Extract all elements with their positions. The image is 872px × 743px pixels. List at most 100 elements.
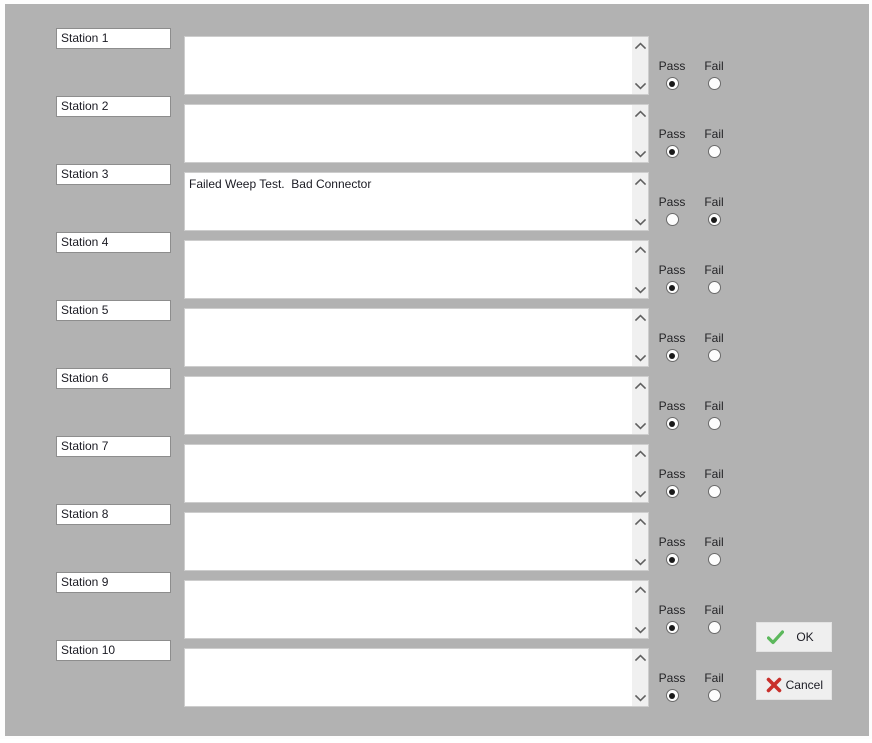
- ok-button[interactable]: OK: [756, 622, 832, 652]
- notes-scrollbar[interactable]: [631, 105, 648, 162]
- pass-radio-button[interactable]: [665, 213, 679, 227]
- chevron-up-icon[interactable]: [632, 513, 649, 530]
- station-name-field[interactable]: Station 6: [56, 368, 171, 389]
- chevron-down-icon[interactable]: [632, 77, 649, 94]
- pass-radio-group[interactable]: Pass: [650, 263, 694, 297]
- station-notes-text[interactable]: [185, 377, 630, 434]
- fail-radio-button[interactable]: [707, 77, 721, 91]
- fail-radio-group[interactable]: Fail: [692, 467, 736, 501]
- fail-radio-group[interactable]: Fail: [692, 263, 736, 297]
- pass-radio-button[interactable]: [665, 145, 679, 159]
- pass-radio-button[interactable]: [665, 417, 679, 431]
- fail-radio-button[interactable]: [707, 145, 721, 159]
- chevron-up-icon[interactable]: [632, 173, 649, 190]
- cancel-button[interactable]: Cancel: [756, 670, 832, 700]
- pass-radio-group[interactable]: Pass: [650, 467, 694, 501]
- pass-radio-button[interactable]: [665, 553, 679, 567]
- chevron-up-icon[interactable]: [632, 37, 649, 54]
- pass-radio-group[interactable]: Pass: [650, 399, 694, 433]
- chevron-down-icon[interactable]: [632, 349, 649, 366]
- fail-radio-button[interactable]: [707, 553, 721, 567]
- chevron-up-icon[interactable]: [632, 105, 649, 122]
- chevron-up-icon[interactable]: [632, 649, 649, 666]
- station-notes-text[interactable]: [185, 513, 630, 570]
- station-notes-textarea[interactable]: [184, 308, 649, 367]
- chevron-down-icon[interactable]: [632, 621, 649, 638]
- pass-radio-button[interactable]: [665, 621, 679, 635]
- fail-radio-button[interactable]: [707, 213, 721, 227]
- station-notes-text[interactable]: [185, 241, 630, 298]
- fail-radio-group[interactable]: Fail: [692, 127, 736, 161]
- fail-radio-button[interactable]: [707, 689, 721, 703]
- notes-scrollbar[interactable]: [631, 513, 648, 570]
- chevron-up-icon[interactable]: [632, 377, 649, 394]
- fail-radio-button[interactable]: [707, 349, 721, 363]
- chevron-up-icon[interactable]: [632, 581, 649, 598]
- chevron-down-icon[interactable]: [632, 553, 649, 570]
- station-notes-text[interactable]: [185, 37, 630, 94]
- notes-scrollbar[interactable]: [631, 37, 648, 94]
- chevron-up-icon[interactable]: [632, 309, 649, 326]
- fail-radio-button[interactable]: [707, 621, 721, 635]
- pass-radio-button[interactable]: [665, 281, 679, 295]
- station-name-field[interactable]: Station 9: [56, 572, 171, 593]
- pass-radio-group[interactable]: Pass: [650, 603, 694, 637]
- station-name-field[interactable]: Station 3: [56, 164, 171, 185]
- fail-radio-group[interactable]: Fail: [692, 399, 736, 433]
- station-name-field[interactable]: Station 1: [56, 28, 171, 49]
- notes-scrollbar[interactable]: [631, 649, 648, 706]
- pass-radio-button[interactable]: [665, 77, 679, 91]
- pass-radio-button[interactable]: [665, 689, 679, 703]
- fail-radio-group[interactable]: Fail: [692, 603, 736, 637]
- station-notes-text[interactable]: [185, 581, 630, 638]
- pass-radio-group[interactable]: Pass: [650, 671, 694, 705]
- pass-radio-group[interactable]: Pass: [650, 195, 694, 229]
- chevron-down-icon[interactable]: [632, 281, 649, 298]
- chevron-up-icon[interactable]: [632, 445, 649, 462]
- station-name-field[interactable]: Station 10: [56, 640, 171, 661]
- notes-scrollbar[interactable]: [631, 173, 648, 230]
- fail-radio-button[interactable]: [707, 485, 721, 499]
- station-notes-textarea[interactable]: Failed Weep Test. Bad Connector: [184, 172, 649, 231]
- fail-radio-group[interactable]: Fail: [692, 671, 736, 705]
- notes-scrollbar[interactable]: [631, 445, 648, 502]
- station-notes-text[interactable]: [185, 445, 630, 502]
- station-notes-textarea[interactable]: [184, 648, 649, 707]
- pass-radio-group[interactable]: Pass: [650, 331, 694, 365]
- station-notes-textarea[interactable]: [184, 104, 649, 163]
- station-notes-textarea[interactable]: [184, 580, 649, 639]
- pass-radio-group[interactable]: Pass: [650, 535, 694, 569]
- station-notes-text[interactable]: Failed Weep Test. Bad Connector: [185, 173, 630, 230]
- notes-scrollbar[interactable]: [631, 581, 648, 638]
- pass-radio-group[interactable]: Pass: [650, 59, 694, 93]
- station-notes-textarea[interactable]: [184, 512, 649, 571]
- notes-scrollbar[interactable]: [631, 241, 648, 298]
- pass-radio-group[interactable]: Pass: [650, 127, 694, 161]
- fail-radio-group[interactable]: Fail: [692, 59, 736, 93]
- chevron-down-icon[interactable]: [632, 417, 649, 434]
- notes-scrollbar[interactable]: [631, 309, 648, 366]
- chevron-down-icon[interactable]: [632, 485, 649, 502]
- station-notes-textarea[interactable]: [184, 36, 649, 95]
- station-notes-text[interactable]: [185, 105, 630, 162]
- chevron-down-icon[interactable]: [632, 213, 649, 230]
- station-name-field[interactable]: Station 8: [56, 504, 171, 525]
- station-notes-text[interactable]: [185, 649, 630, 706]
- pass-radio-button[interactable]: [665, 349, 679, 363]
- fail-radio-group[interactable]: Fail: [692, 195, 736, 229]
- fail-radio-button[interactable]: [707, 417, 721, 431]
- station-name-field[interactable]: Station 7: [56, 436, 171, 457]
- chevron-up-icon[interactable]: [632, 241, 649, 258]
- fail-radio-group[interactable]: Fail: [692, 331, 736, 365]
- station-notes-textarea[interactable]: [184, 444, 649, 503]
- fail-radio-button[interactable]: [707, 281, 721, 295]
- station-name-field[interactable]: Station 5: [56, 300, 171, 321]
- station-name-field[interactable]: Station 2: [56, 96, 171, 117]
- station-notes-text[interactable]: [185, 309, 630, 366]
- fail-radio-group[interactable]: Fail: [692, 535, 736, 569]
- chevron-down-icon[interactable]: [632, 689, 649, 706]
- station-notes-textarea[interactable]: [184, 240, 649, 299]
- station-notes-textarea[interactable]: [184, 376, 649, 435]
- pass-radio-button[interactable]: [665, 485, 679, 499]
- station-name-field[interactable]: Station 4: [56, 232, 171, 253]
